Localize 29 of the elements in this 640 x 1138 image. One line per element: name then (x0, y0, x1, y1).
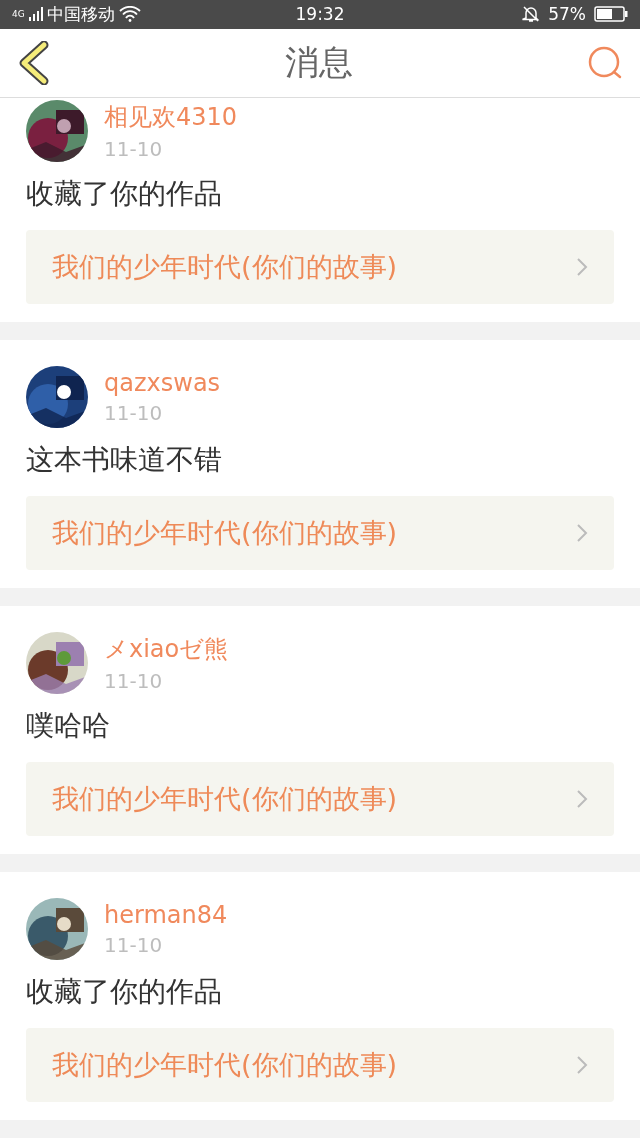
message-text: 这本书味道不错 (26, 442, 223, 478)
user-name-link[interactable]: qazxswas (104, 369, 221, 397)
chevron-right-icon (576, 523, 588, 543)
message-date: 11-10 (104, 401, 164, 425)
wifi-icon (118, 6, 141, 23)
message-date: 11-10 (104, 933, 164, 957)
muted-bell-icon (522, 5, 541, 24)
work-link-button[interactable]: 我们的少年时代(你们的故事) (26, 496, 614, 570)
work-link-button[interactable]: 我们的少年时代(你们的故事) (26, 1028, 614, 1102)
message-text: 收藏了你的作品 (26, 974, 223, 1010)
carrier-name: 中国移动 (46, 2, 115, 26)
clock-time: 19:32 (295, 4, 345, 25)
work-link-button[interactable]: 我们的少年时代(你们的故事) (26, 230, 614, 304)
battery-percent: 57% (548, 4, 586, 25)
message-date: 11-10 (104, 137, 164, 161)
network-type: 4G (12, 9, 25, 20)
work-link-button[interactable]: 我们的少年时代(你们的故事) (26, 762, 614, 836)
battery-icon (594, 6, 628, 23)
message-date: 11-10 (104, 669, 164, 693)
chevron-right-icon (576, 789, 588, 809)
signal-icon (28, 7, 43, 22)
chevron-right-icon (576, 257, 588, 277)
message-text: 收藏了你的作品 (26, 176, 223, 212)
user-name-link[interactable]: メxiaoゼ熊 (104, 633, 229, 665)
chevron-right-icon (576, 1055, 588, 1075)
message-text: 噗哈哈 (26, 708, 111, 744)
user-name-link[interactable]: herman84 (104, 901, 228, 929)
user-name-link[interactable]: 相见欢4310 (104, 101, 238, 133)
page-title: 消息 (285, 40, 353, 84)
